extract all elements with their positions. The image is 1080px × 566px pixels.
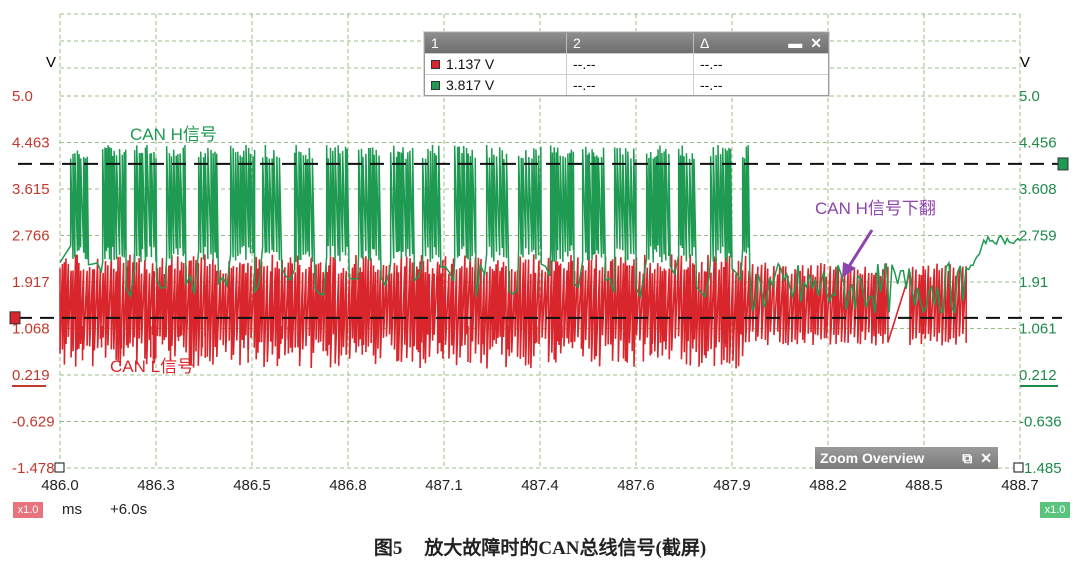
cursor-handle-green bbox=[1057, 157, 1069, 171]
measurement-row-green: 3.817 V --.-- --.-- bbox=[425, 74, 828, 95]
cursor1-red-value: 1.137 V bbox=[446, 56, 495, 72]
x-axis-start-marker bbox=[54, 462, 65, 473]
left-axis-tick-label: 2.766 bbox=[12, 228, 50, 245]
channel-green-swatch bbox=[431, 80, 440, 90]
annotation-can-h-flip: CAN H信号下翻 bbox=[815, 199, 936, 218]
left-axis-tick-label: 3.615 bbox=[12, 181, 50, 198]
left-axis-tick-label: 0.219 bbox=[12, 367, 50, 384]
right-axis-tick-label: 0.212 bbox=[1019, 367, 1057, 384]
x-axis-tick-label: 486.8 bbox=[329, 477, 367, 494]
right-axis-tick-label: 2.759 bbox=[1019, 228, 1057, 245]
channel-red-swatch bbox=[431, 59, 440, 69]
left-axis-tick-label: 5.0 bbox=[12, 88, 33, 105]
figure-caption-text: 放大故障时的CAN总线信号(截屏) bbox=[424, 538, 707, 559]
x-axis-tick-label: 487.4 bbox=[521, 477, 559, 494]
delta-red-value: --.-- bbox=[700, 56, 723, 72]
right-axis-tick-label: -1.485 bbox=[1019, 460, 1062, 477]
zoom-overview-title: Zoom Overview bbox=[820, 450, 925, 466]
figure-number: 图5 bbox=[373, 538, 403, 559]
x-axis-tick-label: 486.0 bbox=[41, 477, 79, 494]
right-axis-tick-label: 5.0 bbox=[1019, 88, 1040, 105]
x-axis-tick-label: 486.5 bbox=[233, 477, 271, 494]
can-l-waveform bbox=[59, 254, 967, 369]
cursor1-green-value: 3.817 V bbox=[446, 77, 495, 93]
cursor-handle-red bbox=[9, 311, 21, 325]
right-axis-tick-label: 1.061 bbox=[1019, 321, 1057, 338]
x-axis-end-marker bbox=[1013, 462, 1024, 473]
zoom-overview-panel[interactable]: Zoom Overview ⧉ ✕ bbox=[815, 447, 998, 469]
delta-green-value: --.-- bbox=[700, 77, 723, 93]
annotation-can-l: CAN L信号 bbox=[110, 357, 194, 376]
cursor2-red-value: --.-- bbox=[573, 56, 596, 72]
x-axis-tick-label: 488.2 bbox=[809, 477, 847, 494]
right-zoom-badge[interactable]: x1.0 bbox=[1040, 502, 1070, 518]
left-axis-unit: V bbox=[46, 54, 57, 71]
restore-icon[interactable]: ⧉ bbox=[962, 450, 972, 467]
left-axis-tick-label: 1.917 bbox=[12, 274, 50, 291]
left-axis-tick-label: -1.478 bbox=[12, 460, 55, 477]
right-axis-tick-label: 3.608 bbox=[1019, 181, 1057, 198]
x-axis-tick-label: 487.6 bbox=[617, 477, 655, 494]
figure-caption: 图5 放大故障时的CAN总线信号(截屏) bbox=[0, 533, 1080, 560]
close-icon[interactable]: ✕ bbox=[810, 35, 822, 52]
left-axis-tick-label: -0.629 bbox=[12, 414, 55, 431]
right-axis-tick-label: 4.456 bbox=[1019, 135, 1057, 152]
measurement-panel[interactable]: 1 2 Δ ▬ ✕ 1.137 V --.-- --.-- 3.817 V --… bbox=[424, 32, 829, 96]
x-axis-tick-label: 487.1 bbox=[425, 477, 463, 494]
col-header-2: 2 bbox=[573, 35, 581, 51]
measurement-header: 1 2 Δ ▬ ✕ bbox=[425, 33, 828, 53]
annotation-can-h: CAN H信号 bbox=[130, 125, 217, 144]
left-zoom-badge[interactable]: x1.0 bbox=[13, 502, 43, 518]
right-axis-unit: V bbox=[1020, 54, 1031, 71]
x-axis-tick-label: 488.5 bbox=[905, 477, 943, 494]
right-axis-tick-label: -0.636 bbox=[1019, 414, 1062, 431]
pin-icon[interactable]: ▬ bbox=[788, 35, 802, 52]
x-axis-tick-label: 486.3 bbox=[137, 477, 175, 494]
close-icon[interactable]: ✕ bbox=[980, 450, 992, 467]
measurement-row-red: 1.137 V --.-- --.-- bbox=[425, 53, 828, 74]
cursor2-green-value: --.-- bbox=[573, 77, 596, 93]
oscilloscope-view: 5.0 5.0 4.463 4.456 3.615 3.608 2.766 2.759 1.91… bbox=[0, 0, 1080, 525]
time-unit-label: ms bbox=[62, 501, 82, 518]
col-header-delta: Δ bbox=[700, 35, 710, 51]
left-axis-tick-label: 4.463 bbox=[12, 135, 50, 152]
time-offset-label: +6.0s bbox=[110, 501, 148, 518]
col-header-1: 1 bbox=[431, 35, 439, 51]
right-axis-tick-label: 1.91 bbox=[1019, 274, 1048, 291]
x-axis-tick-label: 488.7 bbox=[1001, 477, 1039, 494]
x-axis-tick-label: 487.9 bbox=[713, 477, 751, 494]
